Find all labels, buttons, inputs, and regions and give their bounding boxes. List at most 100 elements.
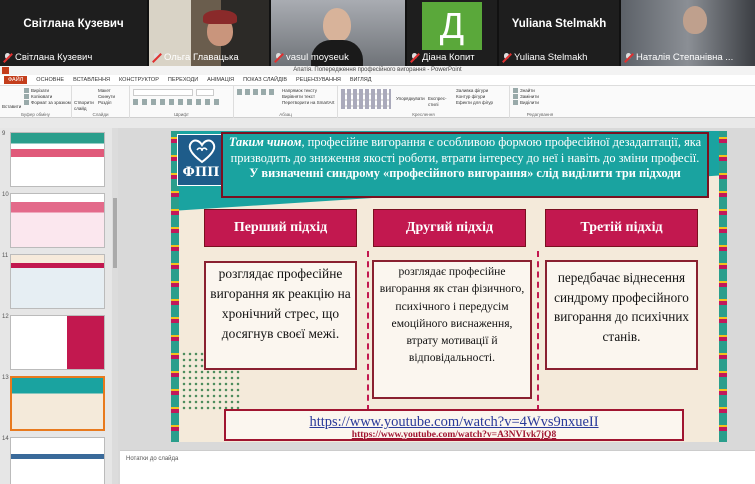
header-second-approach: Другий підхід <box>373 209 526 247</box>
youtube-link-secondary[interactable]: https://www.youtube.com/watch?v=A3NVIvk7… <box>226 430 682 440</box>
links-box: https://www.youtube.com/watch?v=4Wvs9nxu… <box>224 409 684 441</box>
intro-text: Таким чином, професійне вигорання є особ… <box>221 132 709 198</box>
paste-button[interactable]: Вставити <box>2 104 21 110</box>
slide-thumbnail[interactable] <box>10 193 105 248</box>
second-approach-text: розглядає професійне вигорання як стан ф… <box>372 260 532 399</box>
tab-file[interactable]: ФАЙЛ <box>4 76 28 84</box>
arrange-button[interactable]: Упорядкувати <box>396 96 425 102</box>
font-format-buttons[interactable] <box>133 99 223 105</box>
notes-placeholder: Нотатки до слайда <box>126 456 179 462</box>
slides-group: Створити слайд Макет Скинути Розділ Слай… <box>72 86 130 118</box>
font-family-select[interactable] <box>133 89 193 96</box>
quick-styles-button[interactable]: Експрес-стилі <box>428 96 452 108</box>
replace-icon <box>513 94 518 100</box>
drawing-group: Упорядкувати Експрес-стилі Заливка фігур… <box>338 86 510 118</box>
slide-number: 9 <box>2 131 6 137</box>
participant-caption: Ольга Главацька <box>164 52 239 63</box>
tab-home[interactable]: ОСНОВНЕ <box>36 77 64 83</box>
header-third-approach: Третій підхід <box>545 209 698 247</box>
slide-thumbnail-selected[interactable] <box>10 376 105 431</box>
person-video <box>323 8 351 42</box>
person-video <box>683 6 707 34</box>
mic-muted-icon <box>274 53 283 62</box>
section-button[interactable]: Розділ <box>98 100 115 106</box>
header-first-approach: Перший підхід <box>204 209 357 247</box>
slide-number: 13 <box>2 375 9 381</box>
thumbnail-scrollbar[interactable] <box>112 128 118 484</box>
participant-name: Світлана Кузевич <box>23 18 124 30</box>
fpp-logo: ФПП <box>177 134 225 186</box>
avatar: Д <box>422 2 482 50</box>
participant-tile[interactable]: Світлана Кузевич Світлана Кузевич <box>0 0 147 66</box>
copy-icon <box>24 94 29 100</box>
ribbon: Вставити Вирізати Копіювати Формат за зр… <box>0 86 755 118</box>
logo-text: ФПП <box>182 165 220 180</box>
participant-tile[interactable]: Наталія Степанівна ... <box>621 0 755 66</box>
slide-thumbnail[interactable] <box>10 315 105 370</box>
mic-muted-icon <box>410 53 419 62</box>
powerpoint-icon <box>2 67 9 74</box>
mic-muted-icon <box>624 53 633 62</box>
smartart-button[interactable]: Перетворити на SmartArt <box>282 100 334 106</box>
scissors-icon <box>24 88 29 94</box>
window-title: Апатія. Попередження професійного вигора… <box>293 67 462 73</box>
slide-thumbnail[interactable] <box>10 437 105 484</box>
screen: Світлана Кузевич Світлана Кузевич Ольга … <box>0 0 755 484</box>
brush-icon <box>24 100 29 106</box>
font-group: Шрифт <box>130 86 234 118</box>
tab-design[interactable]: КОНСТРУКТОР <box>119 77 159 83</box>
format-painter-button[interactable]: Формат за зразком <box>24 100 71 106</box>
participant-caption: Світлана Кузевич <box>15 52 93 63</box>
slide-number: 14 <box>2 436 9 442</box>
participant-tile[interactable]: Ольга Главацька <box>149 0 269 66</box>
tab-review[interactable]: РЕЦЕНЗУВАННЯ <box>296 77 341 83</box>
cursor-icon <box>513 100 518 106</box>
youtube-link-main[interactable]: https://www.youtube.com/watch?v=4Wvs9nxu… <box>226 414 682 431</box>
editing-group: Знайти Замінити Виділити Редагування <box>510 86 570 118</box>
slide-thumbnail[interactable] <box>10 132 105 187</box>
slide-number: 10 <box>2 192 9 198</box>
select-button[interactable]: Виділити <box>513 100 539 106</box>
column-divider <box>537 251 539 411</box>
mic-muted-icon <box>502 53 511 62</box>
ribbon-tabs: ФАЙЛ ОСНОВНЕ ВСТАВЛЕННЯ КОНСТРУКТОР ПЕРЕ… <box>0 75 755 86</box>
shapes-gallery[interactable] <box>341 89 391 109</box>
participant-strip: Світлана Кузевич Світлана Кузевич Ольга … <box>0 0 755 66</box>
paragraph-group: Напрямок тексту Вирівняти текст Перетвор… <box>234 86 338 118</box>
notes-pane[interactable]: Нотатки до слайда <box>120 450 755 484</box>
font-size-select[interactable] <box>196 89 214 96</box>
tab-slideshow[interactable]: ПОКАЗ СЛАЙДІВ <box>243 77 287 83</box>
slide-number: 11 <box>2 253 9 259</box>
new-slide-button[interactable]: Створити слайд <box>74 100 94 112</box>
heart-hands-icon <box>188 139 216 164</box>
tab-view[interactable]: ВИГЛЯД <box>350 77 372 83</box>
column-divider <box>367 251 369 411</box>
participant-name: Yuliana Stelmakh <box>511 18 607 30</box>
participant-tile[interactable]: vasul moyseuk <box>271 0 405 66</box>
tab-insert[interactable]: ВСТАВЛЕННЯ <box>73 77 110 83</box>
slide-thumbnail[interactable] <box>10 254 105 309</box>
intro-emphasis: Таким чином <box>228 135 302 149</box>
list-buttons[interactable] <box>237 89 277 95</box>
clipboard-group: Вставити Вирізати Копіювати Формат за зр… <box>2 86 72 118</box>
tab-animations[interactable]: АНІМАЦІЯ <box>207 77 234 83</box>
mic-muted-icon <box>152 53 161 62</box>
participant-caption: Наталія Степанівна ... <box>636 52 734 63</box>
slide-number: 12 <box>2 314 9 320</box>
mic-muted-icon <box>3 53 12 62</box>
decorative-border-right <box>719 131 727 442</box>
participant-caption: Діана Копит <box>422 52 475 63</box>
current-slide[interactable]: ФПП Таким чином, професійне вигорання є … <box>171 131 727 442</box>
first-approach-text: розглядає професійне вигорання як реакці… <box>204 261 357 370</box>
participant-caption: Yuliana Stelmakh <box>514 52 588 63</box>
shape-effects-button[interactable]: Ефекти для фігур <box>456 100 493 106</box>
title-bar: Апатія. Попередження професійного вигора… <box>0 66 755 75</box>
tab-transitions[interactable]: ПЕРЕХОДИ <box>168 77 198 83</box>
third-approach-text: передбачає віднесення синдрому професійн… <box>545 260 698 370</box>
intro-text-2: У визначенні синдрому «професійного виго… <box>249 166 681 180</box>
participant-tile[interactable]: Yuliana Stelmakh Yuliana Stelmakh <box>499 0 619 66</box>
participant-tile[interactable]: Д Діана Копит <box>407 0 497 66</box>
search-icon <box>513 88 518 94</box>
participant-caption: vasul moyseuk <box>286 52 349 63</box>
intro-text-1: , професійне вигорання є особливою формо… <box>230 135 702 165</box>
